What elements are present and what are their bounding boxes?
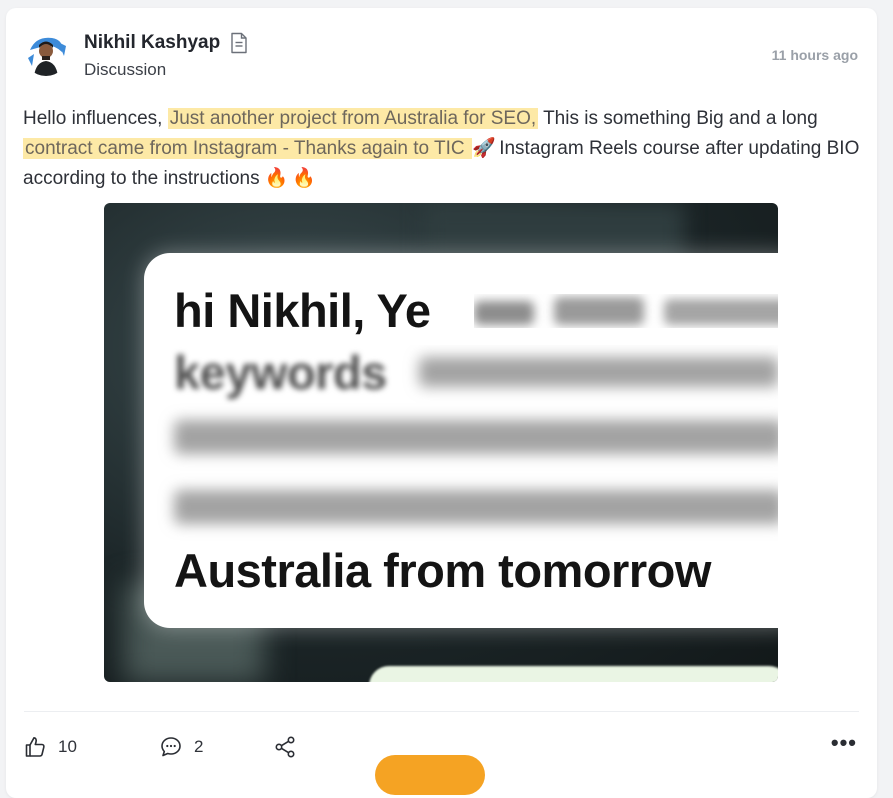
document-icon — [229, 32, 249, 54]
fire-icon: 🔥 — [264, 168, 289, 189]
blurred-text — [474, 287, 778, 342]
highlighted-text: contract came from Instagram - Thanks ag… — [23, 138, 472, 159]
highlighted-text: Just another project from Australia for … — [167, 108, 539, 129]
more-options-icon[interactable]: ••• — [831, 732, 857, 754]
body-text-part: Hello influences, — [23, 108, 168, 129]
thumbs-up-icon — [25, 737, 45, 757]
author-name[interactable]: Nikhil Kashyap — [84, 32, 220, 54]
body-text-part: This is something Big and a long — [538, 108, 818, 129]
floating-action-button[interactable] — [375, 755, 485, 795]
comment-icon — [161, 737, 181, 757]
post-body: Hello influences, Just another project f… — [23, 104, 868, 194]
comment-button[interactable]: 2 — [159, 735, 203, 759]
post-image[interactable]: hi Nikhil, Ye keywords Australia from to… — [104, 203, 778, 682]
chat-line: hi Nikhil, Ye — [174, 284, 431, 337]
like-button[interactable]: 10 — [23, 735, 77, 759]
blurred-text — [174, 357, 778, 524]
chat-bubble — [369, 666, 778, 682]
post-timestamp: 11 hours ago — [771, 47, 858, 63]
rocket-icon: 🚀 — [471, 138, 496, 159]
share-icon — [275, 736, 295, 758]
post-card: Nikhil Kashyap Discussion 11 hours ago H… — [6, 8, 877, 798]
post-category[interactable]: Discussion — [84, 60, 166, 80]
chat-bubble: hi Nikhil, Ye keywords Australia from to… — [144, 253, 778, 628]
divider — [24, 711, 859, 712]
chat-line: Australia from tomorrow — [174, 544, 711, 597]
like-count: 10 — [58, 737, 77, 756]
share-button[interactable] — [273, 735, 297, 759]
fire-icon: 🔥 — [292, 168, 316, 189]
avatar[interactable] — [24, 32, 68, 76]
comment-count: 2 — [194, 737, 204, 756]
